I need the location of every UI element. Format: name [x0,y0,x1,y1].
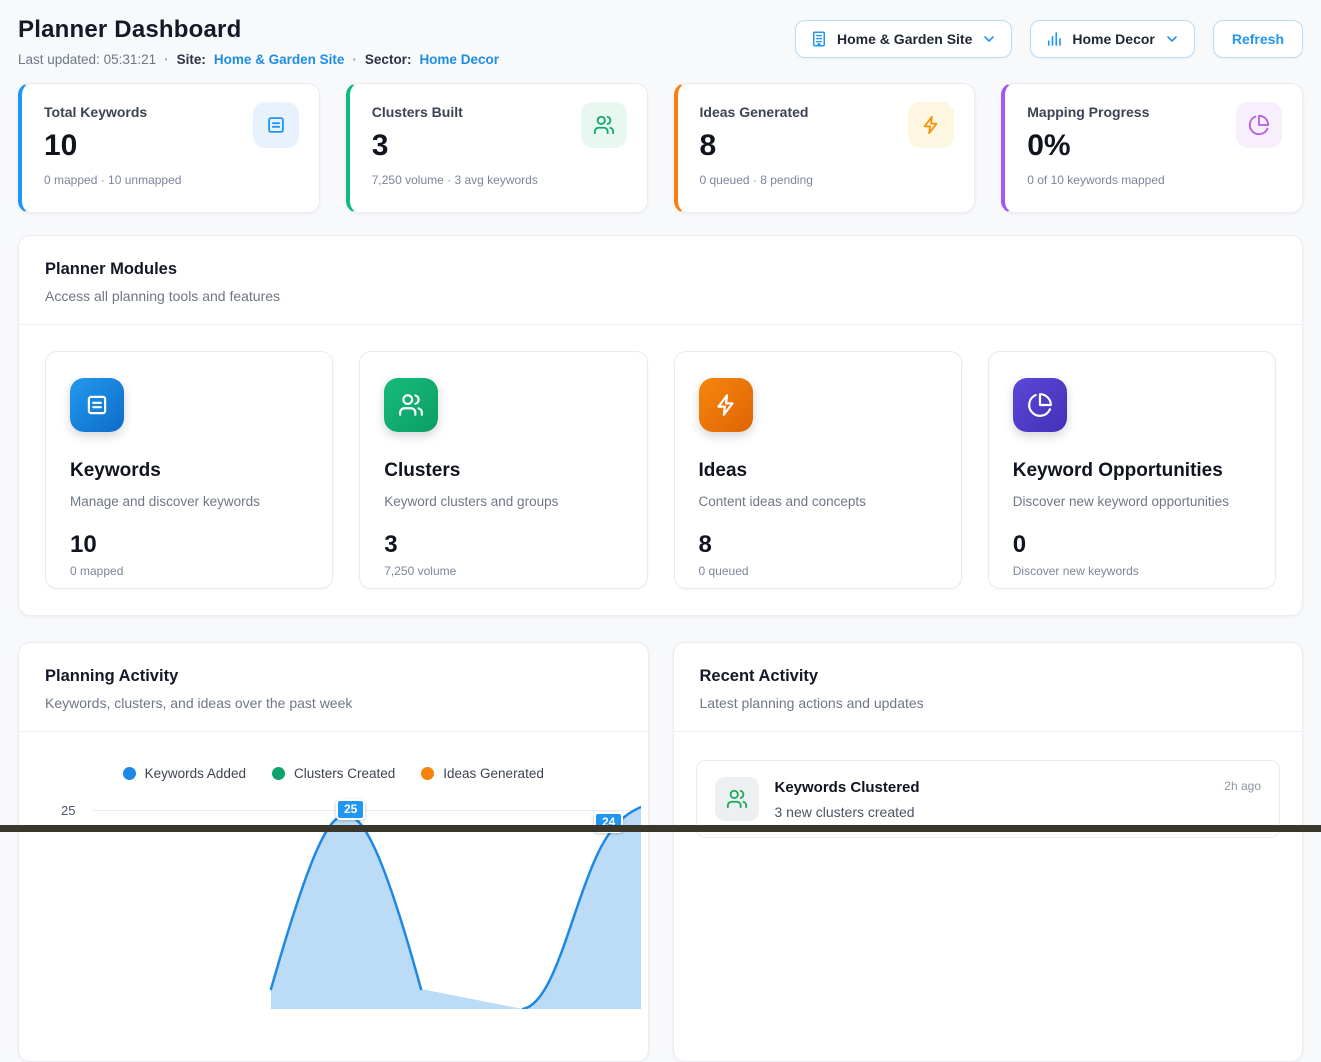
legend-label: Ideas Generated [443,766,544,781]
stat-detail: 0 of 10 keywords mapped [1027,173,1280,187]
activity-item-timestamp: 2h ago [1224,779,1261,793]
module-card-clusters[interactable]: Clusters Keyword clusters and groups 3 7… [359,351,647,589]
legend-item-keywords-added[interactable]: Keywords Added [123,766,246,781]
bottom-panels: Planning Activity Keywords, clusters, an… [18,642,1303,1062]
recent-activity-title: Recent Activity [700,667,1277,686]
chevron-down-icon [1164,31,1180,47]
chevron-down-icon [981,31,997,47]
stat-detail: 0 queued · 8 pending [700,173,953,187]
sector-link[interactable]: Home Decor [419,52,499,67]
stat-card-mapping-progress: Mapping Progress 0% 0 of 10 keywords map… [1001,83,1303,213]
lightning-icon [699,378,753,432]
page-title: Planner Dashboard [18,16,499,44]
legend-item-clusters-created[interactable]: Clusters Created [272,766,395,781]
meta-separator: · [164,52,169,67]
activity-chart[interactable]: 25 25 24 [19,789,648,1009]
taskbar-edge [0,825,1321,832]
module-value: 8 [699,531,937,559]
page-meta: Last updated: 05:31:21 · Site: Home & Ga… [18,52,499,67]
planning-activity-subtitle: Keywords, clusters, and ideas over the p… [45,695,622,711]
module-title: Keyword Opportunities [1013,460,1251,482]
module-detail: 0 queued [699,564,937,578]
document-icon [70,378,124,432]
site-selector-label: Home & Garden Site [837,31,972,47]
site-label: Site: [177,52,206,67]
modules-subtitle: Access all planning tools and features [45,288,1276,304]
page-header: Planner Dashboard Last updated: 05:31:21… [18,16,1303,67]
users-icon [715,777,759,821]
module-value: 0 [1013,531,1251,559]
building-icon [810,30,828,48]
activity-item-title: Keywords Clustered [775,779,920,796]
lightning-icon [908,102,954,148]
legend-label: Keywords Added [145,766,246,781]
legend-item-ideas-generated[interactable]: Ideas Generated [421,766,544,781]
pie-chart-icon [1013,378,1067,432]
module-card-keywords[interactable]: Keywords Manage and discover keywords 10… [45,351,333,589]
site-link[interactable]: Home & Garden Site [214,52,345,67]
planning-activity-panel: Planning Activity Keywords, clusters, an… [18,642,649,1062]
stat-card-clusters-built: Clusters Built 3 7,250 volume · 3 avg ke… [346,83,648,213]
module-detail: 7,250 volume [384,564,622,578]
legend-label: Clusters Created [294,766,395,781]
module-description: Discover new keyword opportunities [1013,494,1251,509]
module-value: 3 [384,531,622,559]
modules-title: Planner Modules [45,260,1276,279]
modules-grid: Keywords Manage and discover keywords 10… [19,325,1302,615]
planning-activity-title: Planning Activity [45,667,622,686]
module-detail: 0 mapped [70,564,308,578]
legend-dot-green [272,767,285,780]
pie-chart-icon [1236,102,1282,148]
recent-activity-header: Recent Activity Latest planning actions … [674,643,1303,732]
planner-modules-panel: Planner Modules Access all planning tool… [18,235,1303,616]
module-card-ideas[interactable]: Ideas Content ideas and concepts 8 0 que… [674,351,962,589]
module-detail: Discover new keywords [1013,564,1251,578]
chart-legend: Keywords Added Clusters Created Ideas Ge… [19,766,648,781]
recent-activity-panel: Recent Activity Latest planning actions … [673,642,1304,1062]
module-title: Ideas [699,460,937,482]
bar-chart-icon [1045,30,1063,48]
header-controls: Home & Garden Site Home Decor Refresh [795,20,1303,58]
site-selector-dropdown[interactable]: Home & Garden Site [795,20,1012,58]
legend-dot-orange [421,767,434,780]
module-title: Clusters [384,460,622,482]
stat-cards-row: Total Keywords 10 0 mapped · 10 unmapped… [18,83,1303,213]
module-description: Manage and discover keywords [70,494,308,509]
activity-list: Keywords Clustered 3 new clusters create… [674,732,1303,838]
users-icon [581,102,627,148]
planning-activity-header: Planning Activity Keywords, clusters, an… [19,643,648,732]
document-icon [253,102,299,148]
module-value: 10 [70,531,308,559]
recent-activity-subtitle: Latest planning actions and updates [700,695,1277,711]
module-card-keyword-opportunities[interactable]: Keyword Opportunities Discover new keywo… [988,351,1276,589]
module-description: Content ideas and concepts [699,494,937,509]
module-description: Keyword clusters and groups [384,494,622,509]
last-updated-text: Last updated: 05:31:21 [18,52,156,67]
activity-item-description: 3 new clusters created [775,804,920,820]
stat-detail: 0 mapped · 10 unmapped [44,173,297,187]
activity-item-body: Keywords Clustered 3 new clusters create… [775,777,920,820]
data-point-label: 25 [336,799,365,820]
module-title: Keywords [70,460,308,482]
keywords-added-area-series [93,789,641,1009]
meta-separator: · [352,52,357,67]
refresh-button[interactable]: Refresh [1213,20,1303,58]
users-icon [384,378,438,432]
legend-dot-blue [123,767,136,780]
modules-panel-header: Planner Modules Access all planning tool… [19,236,1302,325]
stat-card-ideas-generated: Ideas Generated 8 0 queued · 8 pending [674,83,976,213]
sector-label: Sector: [365,52,412,67]
stat-card-total-keywords: Total Keywords 10 0 mapped · 10 unmapped [18,83,320,213]
sector-selector-label: Home Decor [1072,31,1154,47]
planner-dashboard-page: Planner Dashboard Last updated: 05:31:21… [0,0,1321,1062]
y-axis-tick: 25 [61,803,75,818]
stat-detail: 7,250 volume · 3 avg keywords [372,173,625,187]
header-left: Planner Dashboard Last updated: 05:31:21… [18,16,499,67]
sector-selector-dropdown[interactable]: Home Decor [1030,20,1194,58]
